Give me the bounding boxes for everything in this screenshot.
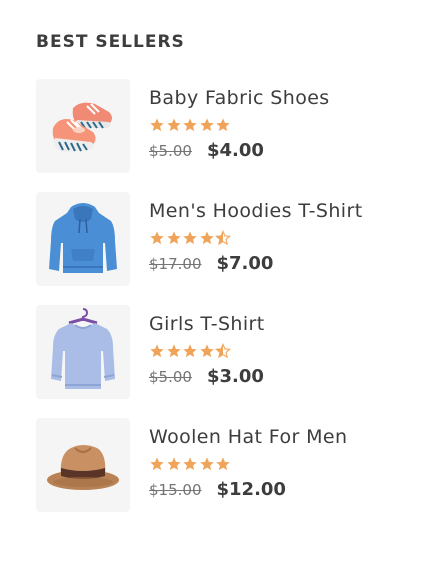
star-full-icon	[166, 118, 181, 132]
star-full-icon	[166, 231, 181, 245]
product-name[interactable]: Men's Hoodies T-Shirt	[149, 198, 363, 224]
product-prices: $17.00 $7.00	[149, 253, 363, 274]
old-price: $5.00	[149, 368, 192, 386]
current-price: $3.00	[206, 366, 264, 387]
old-price: $5.00	[149, 142, 192, 160]
star-half-icon	[215, 343, 231, 359]
star-full-icon	[183, 344, 197, 358]
hat-icon	[47, 445, 119, 490]
star-full-icon	[199, 344, 214, 358]
old-price: $15.00	[149, 481, 202, 499]
star-half-icon	[215, 230, 231, 246]
star-full-icon	[150, 344, 164, 358]
star-full-icon	[150, 231, 164, 245]
product-thumbnail[interactable]	[36, 418, 130, 512]
star-full-icon	[150, 457, 164, 471]
rating-stars	[149, 456, 347, 474]
star-full-icon	[166, 457, 181, 471]
star-full-icon	[183, 118, 197, 132]
star-full-icon	[199, 457, 214, 471]
star-full-icon	[199, 118, 214, 132]
rating-stars	[149, 343, 265, 361]
current-price: $12.00	[216, 479, 286, 500]
rating-stars	[149, 230, 363, 248]
star-full-icon	[166, 344, 181, 358]
product-item[interactable]: Woolen Hat For Men $15.00 $12.00	[36, 418, 416, 512]
product-item[interactable]: Men's Hoodies T-Shirt $17.00 $7.00	[36, 192, 416, 286]
old-price: $17.00	[149, 255, 202, 273]
product-info: Girls T-Shirt $5.00 $3.00	[149, 305, 265, 387]
star-full-icon	[183, 457, 197, 471]
hoodie-icon	[49, 203, 117, 273]
star-full-icon	[199, 231, 214, 245]
product-thumbnail[interactable]	[36, 192, 130, 286]
star-full-icon	[216, 457, 230, 471]
star-full-icon	[216, 118, 230, 132]
star-full-icon	[150, 118, 164, 132]
product-thumbnail[interactable]	[36, 79, 130, 173]
star-full-icon	[183, 231, 197, 245]
widget-title: BEST SELLERS	[36, 32, 185, 52]
product-name[interactable]: Baby Fabric Shoes	[149, 85, 330, 111]
product-name[interactable]: Girls T-Shirt	[149, 311, 265, 337]
product-name[interactable]: Woolen Hat For Men	[149, 424, 347, 450]
best-sellers-widget: BEST SELLERS Baby Fabric Shoes $5.00 $4.…	[36, 30, 416, 531]
current-price: $7.00	[216, 253, 274, 274]
product-prices: $15.00 $12.00	[149, 479, 347, 500]
product-info: Men's Hoodies T-Shirt $17.00 $7.00	[149, 192, 363, 274]
product-prices: $5.00 $4.00	[149, 140, 330, 161]
current-price: $4.00	[206, 140, 264, 161]
sweater-icon	[51, 308, 115, 389]
product-item[interactable]: Girls T-Shirt $5.00 $3.00	[36, 305, 416, 399]
product-prices: $5.00 $3.00	[149, 366, 265, 387]
product-thumbnail[interactable]	[36, 305, 130, 399]
product-info: Woolen Hat For Men $15.00 $12.00	[149, 418, 347, 500]
baby-shoes-icon	[52, 102, 112, 152]
product-item[interactable]: Baby Fabric Shoes $5.00 $4.00	[36, 79, 416, 173]
product-info: Baby Fabric Shoes $5.00 $4.00	[149, 79, 330, 161]
rating-stars	[149, 117, 330, 135]
